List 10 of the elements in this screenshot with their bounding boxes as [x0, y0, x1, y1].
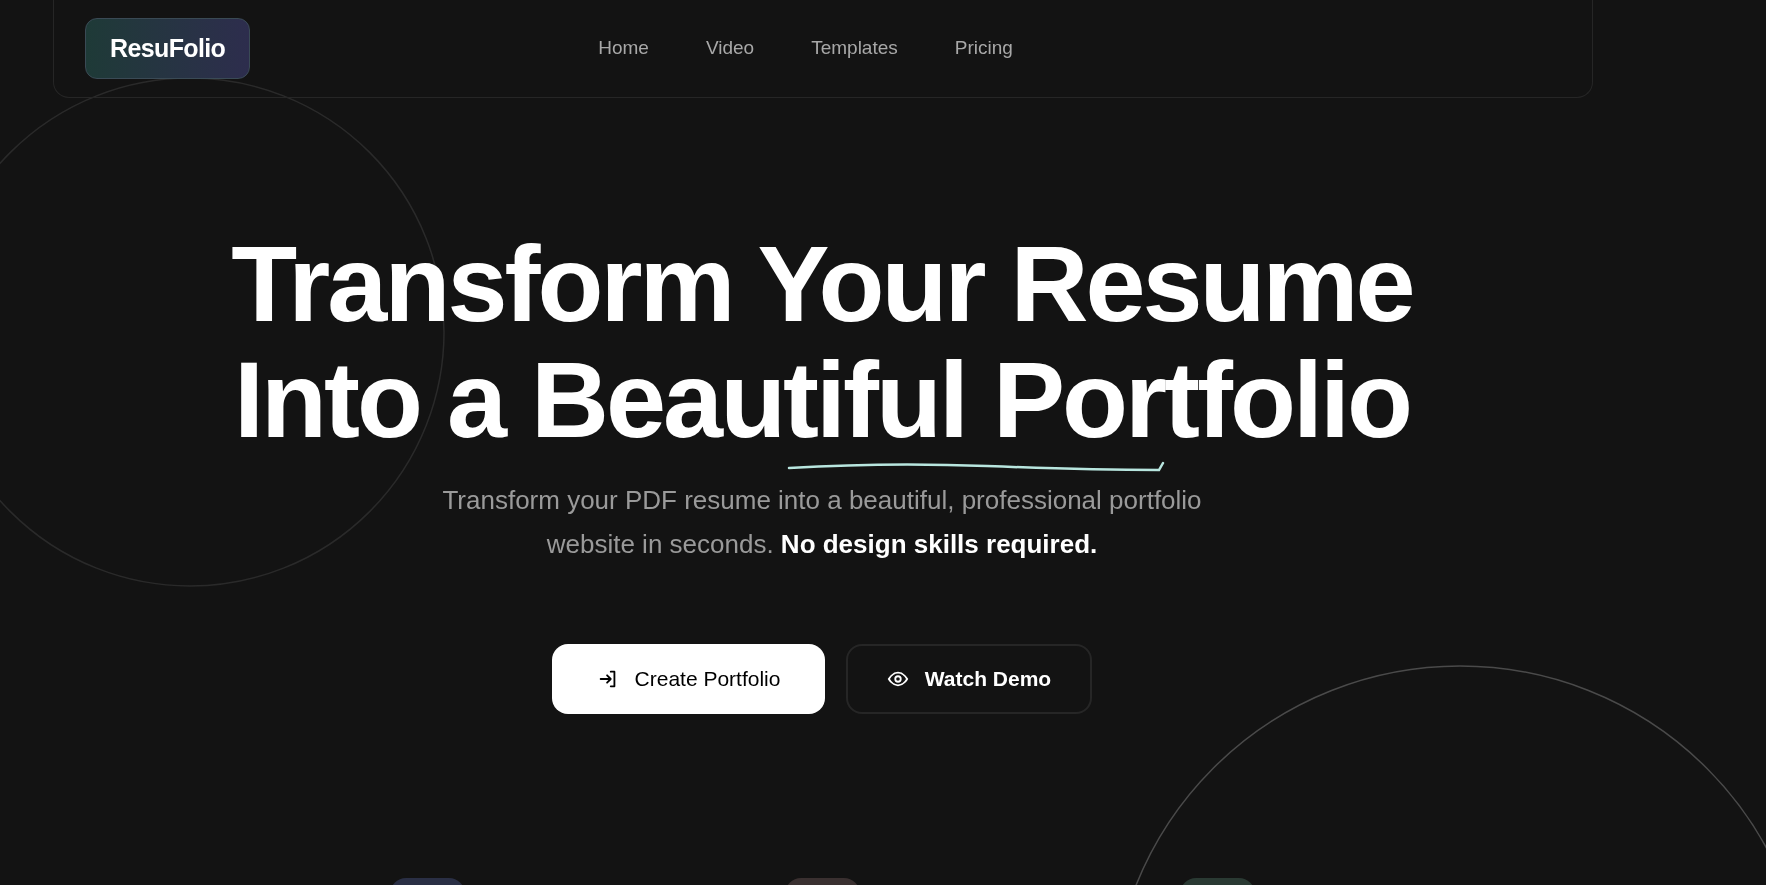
nav-link[interactable]: Video — [705, 34, 755, 63]
create-button[interactable]: Create Portfolio — [552, 644, 825, 714]
nav-link[interactable]: Templates — [811, 34, 898, 63]
hero-subtitle: Transform your PDF resume into a beautiful, professional portfolio website in seconds. No design skills required. — [441, 484, 1203, 561]
logo[interactable]: ResuFolio — [85, 18, 251, 79]
nav-link[interactable]: Pricing — [954, 34, 1013, 63]
hero-heading: Transform Your Resume — [231, 226, 1413, 342]
nav-link[interactable]: Home — [598, 34, 649, 63]
demo-button[interactable]: Watch Demo — [846, 644, 1092, 714]
hero-heading: Into a Beautiful Portfolio — [234, 342, 1410, 458]
